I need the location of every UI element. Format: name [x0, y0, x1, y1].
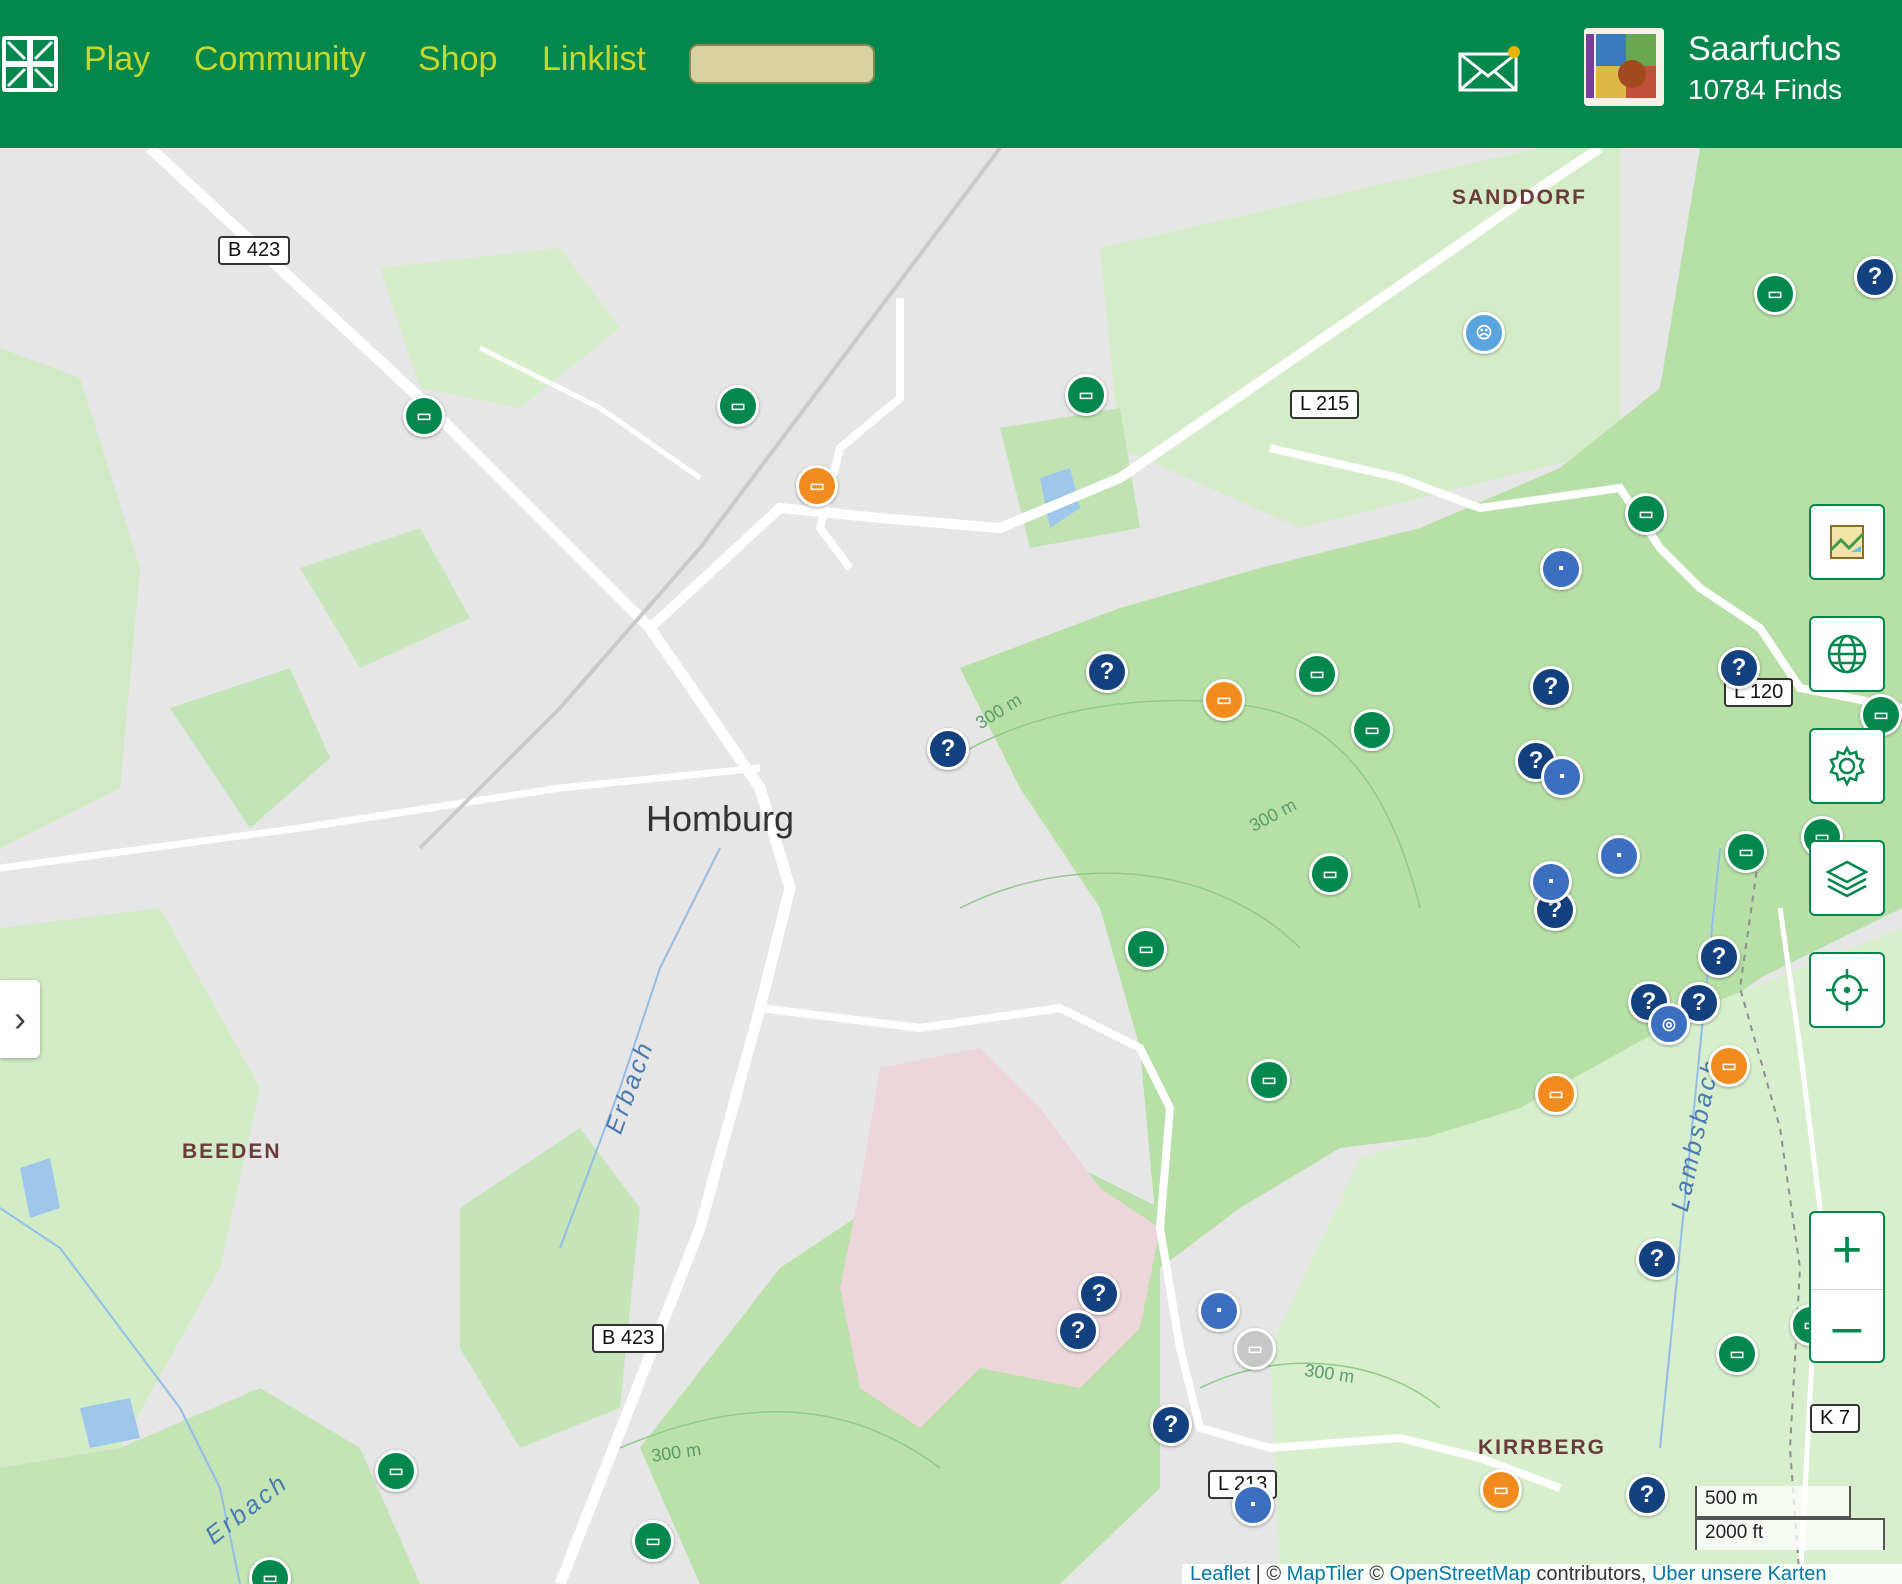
road-shield: K 7	[1810, 1404, 1861, 1433]
layers-button[interactable]	[1809, 840, 1885, 916]
cache-mystery-icon[interactable]: ?	[1057, 1310, 1099, 1352]
cache-traditional-icon[interactable]: ▭	[1065, 374, 1107, 416]
osm-link[interactable]: OpenStreetMap	[1390, 1564, 1531, 1584]
district-label: KIRRBERG	[1478, 1436, 1607, 1459]
cache-mystery-icon[interactable]: ?	[1078, 1273, 1120, 1315]
map-style-icon	[1829, 525, 1865, 559]
city-label: Homburg	[646, 798, 795, 839]
top-header: Play Community Shop Linklist Saarfuchs 1…	[0, 0, 1902, 148]
cache-compass-icon[interactable]: ◎	[1648, 1003, 1690, 1045]
cache-traditional-icon[interactable]: ▭	[1754, 273, 1796, 315]
road-shield: B 423	[218, 236, 291, 265]
cache-event-icon[interactable]: ▪	[1541, 756, 1583, 798]
settings-button[interactable]	[1809, 728, 1885, 804]
cache-traditional-icon[interactable]: ▭	[375, 1450, 417, 1492]
about-maps-link[interactable]: Über unsere Karten	[1652, 1564, 1827, 1584]
zoom-control: + –	[1809, 1211, 1885, 1363]
locate-button[interactable]	[1809, 952, 1885, 1028]
cache-mystery-icon[interactable]: ?	[1086, 651, 1128, 693]
cache-event-icon[interactable]: ▪	[1198, 1290, 1240, 1332]
search-input[interactable]	[689, 44, 875, 84]
map-attribution: Leaflet | © MapTiler © OpenStreetMap con…	[1182, 1564, 1902, 1584]
cache-multi-icon[interactable]: ▭	[1480, 1469, 1522, 1511]
maptiler-link[interactable]: MapTiler	[1287, 1564, 1364, 1584]
cache-disabled-icon[interactable]: ▭	[1234, 1328, 1276, 1370]
settings-icon	[1829, 745, 1865, 787]
zoom-in-icon[interactable]: +	[1811, 1213, 1883, 1287]
cache-traditional-icon[interactable]: ▭	[1351, 709, 1393, 751]
cache-multi-icon[interactable]: ▭	[1203, 679, 1245, 721]
cache-mystery-icon[interactable]: ?	[1698, 936, 1740, 978]
cache-dnf-icon[interactable]: ☹	[1463, 312, 1505, 354]
road-shield: B 423	[592, 1324, 665, 1353]
cache-mystery-icon[interactable]: ?	[1626, 1474, 1668, 1516]
scale-metric: 500 m	[1695, 1486, 1851, 1518]
cache-event-icon[interactable]: ▪	[1530, 861, 1572, 903]
cache-multi-icon[interactable]: ▭	[1708, 1045, 1750, 1087]
finds-count: 10784 Finds	[1688, 74, 1843, 105]
cache-mystery-icon[interactable]: ?	[927, 728, 969, 770]
cache-traditional-icon[interactable]: ▭	[1725, 831, 1767, 873]
cache-event-icon[interactable]: ▪	[1540, 548, 1582, 590]
mail-icon[interactable]	[1458, 46, 1520, 92]
attribution-separator: | ©	[1250, 1564, 1287, 1584]
cache-traditional-icon[interactable]: ▭	[1716, 1333, 1758, 1375]
cache-traditional-icon[interactable]: ▭	[717, 385, 759, 427]
cache-mystery-icon[interactable]: ?	[1150, 1404, 1192, 1446]
district-label: BEEDEN	[182, 1140, 282, 1163]
globe-button[interactable]	[1809, 616, 1885, 692]
attribution-contributors: contributors,	[1530, 1564, 1652, 1584]
cache-traditional-icon[interactable]: ▭	[1625, 493, 1667, 535]
nav-community[interactable]: Community	[194, 40, 366, 79]
cache-traditional-icon[interactable]: ▭	[1296, 653, 1338, 695]
cache-traditional-icon[interactable]: ▭	[403, 395, 445, 437]
nav-play[interactable]: Play	[84, 40, 150, 79]
avatar[interactable]	[1584, 28, 1664, 106]
nav-shop[interactable]: Shop	[418, 40, 497, 79]
layers-icon	[1825, 860, 1869, 898]
cache-traditional-icon[interactable]: ▭	[1125, 928, 1167, 970]
zoom-out-icon[interactable]: –	[1811, 1289, 1883, 1364]
map-style-button[interactable]	[1809, 504, 1885, 580]
cache-multi-icon[interactable]: ▭	[1535, 1073, 1577, 1115]
attribution-copyright: ©	[1363, 1564, 1390, 1584]
cache-traditional-icon[interactable]: ▭	[632, 1520, 674, 1562]
district-label: SANDDORF	[1452, 186, 1587, 209]
scale-imperial: 2000 ft	[1695, 1518, 1885, 1550]
cache-mystery-icon[interactable]: ?	[1530, 666, 1572, 708]
username[interactable]: Saarfuchs	[1688, 30, 1841, 69]
cache-mystery-icon[interactable]: ?	[1718, 647, 1760, 689]
cache-event-icon[interactable]: ▪	[1598, 835, 1640, 877]
cache-traditional-icon[interactable]: ▭	[1248, 1059, 1290, 1101]
cache-multi-icon[interactable]: ▭	[796, 465, 838, 507]
cache-mystery-icon[interactable]: ?	[1854, 256, 1896, 298]
locate-icon	[1826, 969, 1868, 1011]
map-view[interactable]: SANDDORF BEEDEN KIRRBERG Homburg Erbach …	[0, 148, 1902, 1584]
geocaching-logo-icon[interactable]	[0, 30, 60, 96]
sidebar-toggle-chevron-right-icon[interactable]: ›	[0, 980, 40, 1058]
cache-traditional-icon[interactable]: ▭	[1309, 853, 1351, 895]
cache-event-icon[interactable]: ▪	[1232, 1484, 1274, 1526]
globe-icon	[1827, 634, 1867, 674]
road-shield: L 215	[1290, 390, 1360, 419]
cache-mystery-icon[interactable]: ?	[1636, 1238, 1678, 1280]
leaflet-link[interactable]: Leaflet	[1190, 1564, 1250, 1584]
nav-linklist[interactable]: Linklist	[542, 40, 646, 79]
